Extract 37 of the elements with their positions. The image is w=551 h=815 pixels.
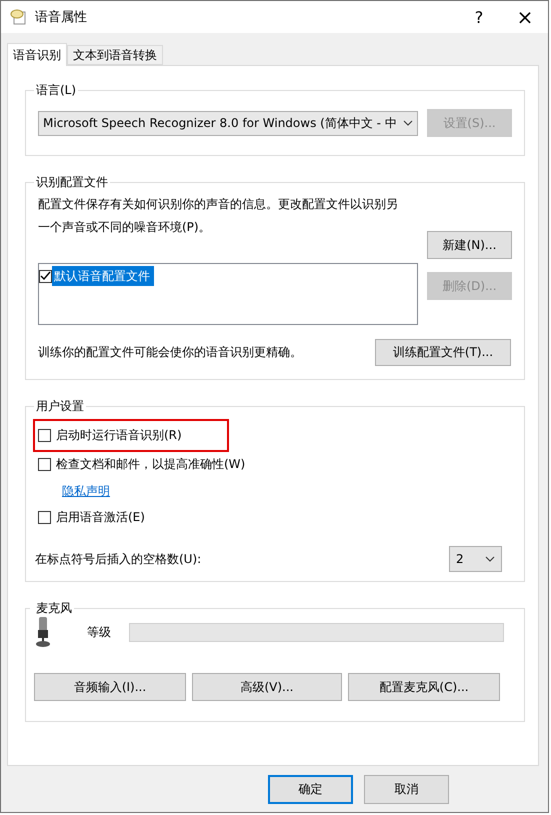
recognizer-dropdown[interactable]: Microsoft Speech Recognizer 8.0 for Windows (简体中文 - 中	[38, 110, 418, 136]
list-item[interactable]: 默认语音配置文件	[52, 266, 154, 286]
microphone-button[interactable]: 配置麦克风(C)...	[348, 673, 500, 701]
microphone-button[interactable]: 音频输入(I)...	[34, 673, 186, 701]
checkbox-label: 启用语音激活(E)	[56, 509, 145, 526]
chevron-down-icon	[485, 556, 495, 562]
speech-balloon-icon	[10, 9, 27, 25]
level-label: 等级	[87, 624, 111, 640]
profile-list[interactable]: 默认语音配置文件	[38, 263, 418, 325]
microphone-icon	[34, 617, 52, 647]
checkbox[interactable]	[39, 270, 52, 282]
window-title: 语音属性	[35, 9, 88, 26]
group-label: 麦克风	[36, 601, 72, 615]
description-text: 配置文件保存有关如何识别你的声音的信息。更改配置文件以识别另一个声音或不同的噪音环境(P)。	[38, 196, 398, 236]
check-icon	[40, 271, 51, 281]
tab[interactable]: 语音识别	[7, 43, 67, 66]
group-label: 识别配置文件	[36, 175, 108, 189]
checkbox[interactable]	[38, 429, 51, 442]
checkbox[interactable]	[38, 458, 51, 471]
hint-text: 训练你的配置文件可能会使你的语音识别更精确。	[38, 344, 302, 361]
tab[interactable]: 文本到语音转换	[67, 45, 163, 65]
checkbox-label: 启动时运行语音识别(R)	[56, 427, 182, 444]
checkbox[interactable]	[38, 511, 51, 524]
privacy-link[interactable]: 隐私声明	[62, 479, 110, 503]
dialog-button[interactable]: 确定	[268, 775, 353, 804]
microphone-button[interactable]: 高级(V)...	[192, 673, 342, 701]
new-button[interactable]: 新建(N)...	[427, 231, 512, 259]
group-label: 用户设置	[36, 399, 84, 413]
help-button[interactable]: ?	[456, 1, 502, 33]
spaces-dropdown[interactable]: 2	[449, 546, 502, 572]
group-label: 语言(L)	[36, 83, 76, 97]
close-button[interactable]: ×	[502, 1, 548, 33]
chevron-down-icon	[403, 120, 413, 126]
dialog-button[interactable]: 取消	[364, 775, 449, 804]
checkbox-label: 检查文档和邮件，以提高准确性(W)	[56, 456, 246, 473]
spaces-label: 在标点符号后插入的空格数(U):	[35, 550, 202, 568]
train-button[interactable]: 训练配置文件(T)...	[375, 339, 511, 366]
